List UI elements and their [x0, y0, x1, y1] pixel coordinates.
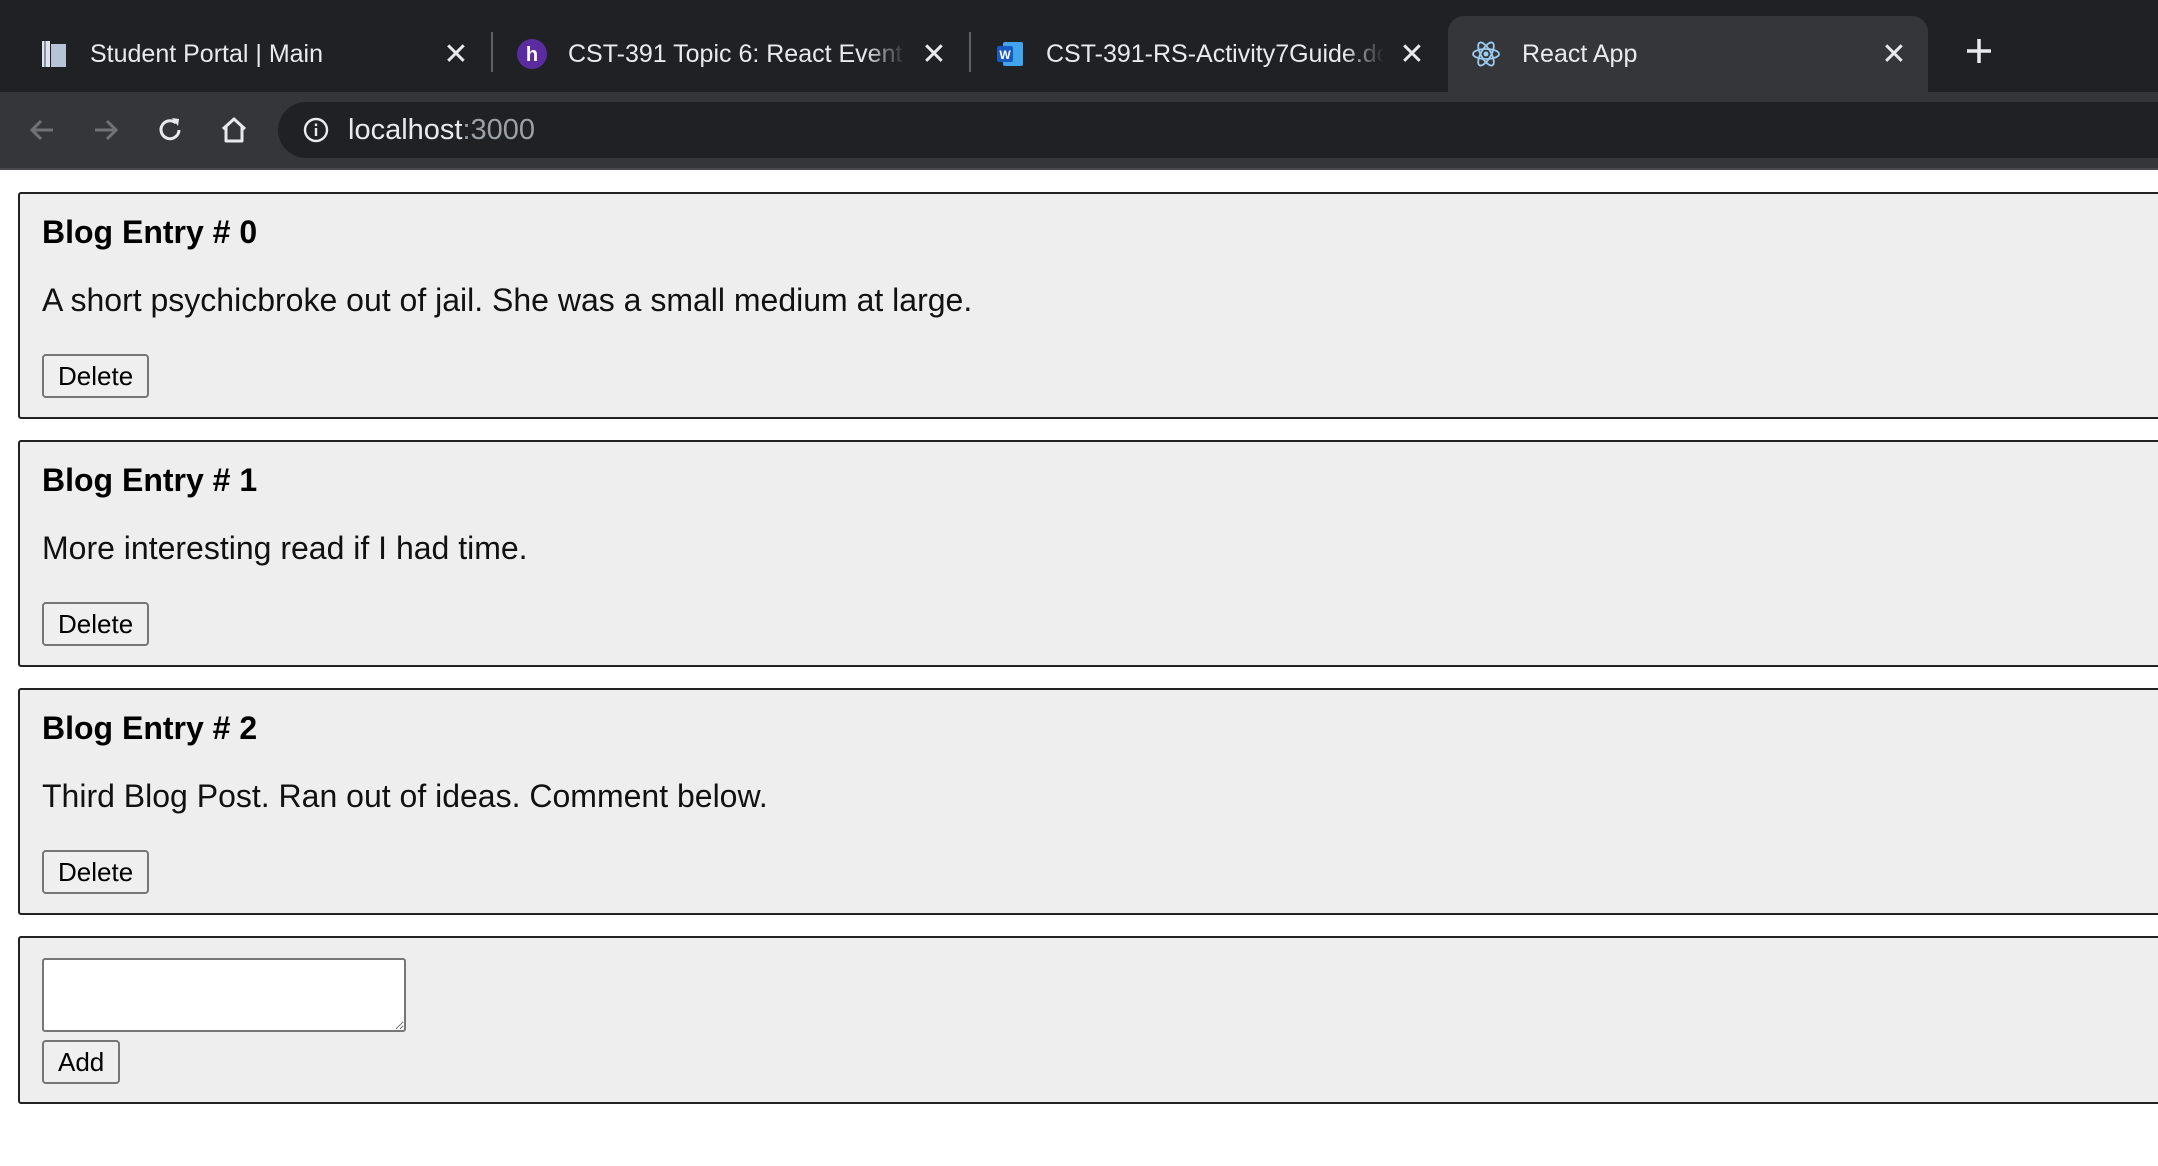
url-host: localhost [348, 113, 463, 146]
add-button[interactable]: Add [42, 1040, 121, 1084]
toolbar-divider [0, 168, 2158, 170]
reload-icon [159, 118, 181, 141]
browser-toolbar: localhost:3000 [0, 92, 2158, 168]
blog-entry: Blog Entry # 1 More interesting read if … [18, 440, 2158, 667]
new-tab-button[interactable] [1954, 26, 2004, 76]
tab-title: Student Portal | Main [90, 39, 324, 68]
url-port: :3000 [462, 113, 536, 146]
tab-title: CST-391 Topic 6: React Event Handling [568, 39, 906, 68]
blog-entry-body: A short psychicbroke out of jail. She wa… [42, 282, 973, 318]
tab-title: React App [1522, 39, 1638, 68]
delete-button[interactable]: Delete [42, 602, 150, 646]
tab-title: CST-391-RS-Activity7Guide.docx [1046, 39, 1384, 68]
blog-entry-title: Blog Entry # 1 [42, 462, 258, 498]
back-button[interactable] [22, 110, 62, 150]
blog-entry-body: Third Blog Post. Ran out of ideas. Comme… [42, 778, 768, 814]
word-doc-icon: W [994, 38, 1026, 70]
svg-text:W: W [999, 48, 1011, 62]
tab-react-app[interactable]: React App ✕ [1448, 16, 1928, 92]
svg-text:h: h [526, 44, 538, 66]
back-arrow-icon [29, 119, 53, 141]
plus-icon [1967, 39, 1991, 63]
react-icon [1470, 38, 1502, 70]
address-bar[interactable]: localhost:3000 [278, 102, 2158, 158]
tab-activity7-guide[interactable]: W CST-391-RS-Activity7Guide.docx ✕ [956, 16, 1446, 92]
tab-student-portal[interactable]: Student Portal | Main ✕ [0, 16, 490, 92]
new-entry-textarea[interactable] [42, 958, 406, 1032]
blog-entry-title: Blog Entry # 2 [42, 710, 258, 746]
close-icon[interactable]: ✕ [440, 38, 472, 71]
reload-button[interactable] [150, 110, 190, 150]
forward-arrow-icon [95, 119, 119, 141]
book-icon [38, 38, 70, 70]
delete-button[interactable]: Delete [42, 354, 150, 398]
delete-button[interactable]: Delete [42, 850, 150, 894]
blog-entry-title: Blog Entry # 0 [42, 214, 258, 250]
blog-entry-body: More interesting read if I had time. [42, 530, 528, 566]
home-button[interactable] [214, 110, 254, 150]
blog-entry: Blog Entry # 2 Third Blog Post. Ran out … [18, 688, 2158, 915]
forward-button[interactable] [86, 110, 126, 150]
blog-entry: Blog Entry # 0 A short psychicbroke out … [18, 192, 2158, 419]
close-icon[interactable]: ✕ [1878, 38, 1910, 71]
info-icon[interactable] [300, 114, 332, 146]
tab-cst391-topic6[interactable]: h CST-391 Topic 6: React Event Handling … [478, 16, 968, 92]
new-entry-form: Add [18, 936, 2158, 1104]
h-logo-icon: h [516, 38, 548, 70]
browser-tabstrip: Student Portal | Main ✕ h CST-391 Topic … [0, 0, 2158, 92]
close-icon[interactable]: ✕ [918, 38, 950, 71]
home-icon [221, 117, 247, 143]
close-icon[interactable]: ✕ [1396, 38, 1428, 71]
